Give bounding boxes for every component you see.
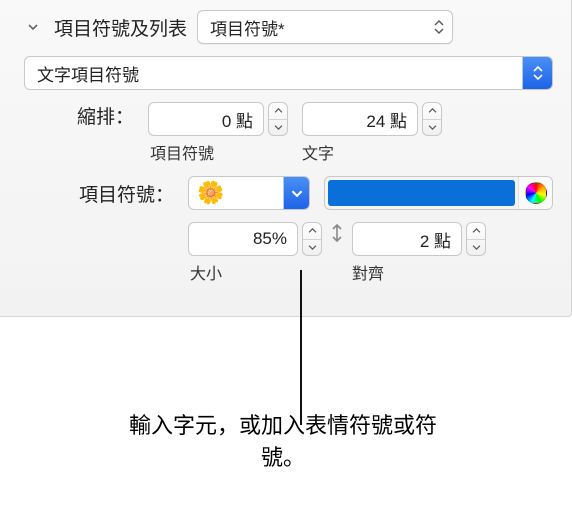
bullet-color-well[interactable] <box>324 176 553 210</box>
section-title: 項目符號及列表 <box>54 14 187 41</box>
bullet-symbol-select[interactable]: 🌼 <box>188 176 310 210</box>
color-swatch <box>328 180 515 206</box>
chevrons-icon <box>434 20 444 34</box>
text-indent-caption: 文字 <box>302 140 334 164</box>
bullet-label: 項目符號： <box>24 180 174 207</box>
bullet-indent-stepper[interactable] <box>268 102 288 136</box>
bullet-indent-field[interactable]: 0 點 <box>148 102 264 136</box>
bullet-size-stepper[interactable] <box>302 222 322 256</box>
align-icon <box>328 222 346 249</box>
callout-line <box>300 270 301 425</box>
color-picker-button[interactable] <box>518 177 552 209</box>
dropdown-cap <box>522 57 552 89</box>
bullet-type-value: 文字項目符號 <box>37 61 139 86</box>
callout-text: 輸入字元，或加入表情符號或符號。 <box>108 410 458 474</box>
list-style-value: 項目符號* <box>210 15 285 40</box>
bullet-size-caption: 大小 <box>190 260 222 284</box>
bullet-size-field[interactable]: 85% <box>188 222 298 256</box>
bullet-align-stepper[interactable] <box>466 222 486 256</box>
text-indent-stepper[interactable] <box>422 102 442 136</box>
indent-label: 縮排： <box>24 102 134 129</box>
flower-icon: 🌼 <box>197 180 224 206</box>
bullet-type-select[interactable]: 文字項目符號 <box>24 56 553 90</box>
dropdown-cap <box>283 177 309 209</box>
list-style-select[interactable]: 項目符號* <box>197 10 453 44</box>
disclosure-triangle[interactable] <box>24 18 42 36</box>
text-indent-field[interactable]: 24 點 <box>302 102 418 136</box>
color-wheel-icon <box>525 182 547 204</box>
bullet-indent-caption: 項目符號 <box>150 140 214 164</box>
bullet-align-field[interactable]: 2 點 <box>352 222 462 256</box>
bullet-align-caption: 對齊 <box>352 260 384 284</box>
